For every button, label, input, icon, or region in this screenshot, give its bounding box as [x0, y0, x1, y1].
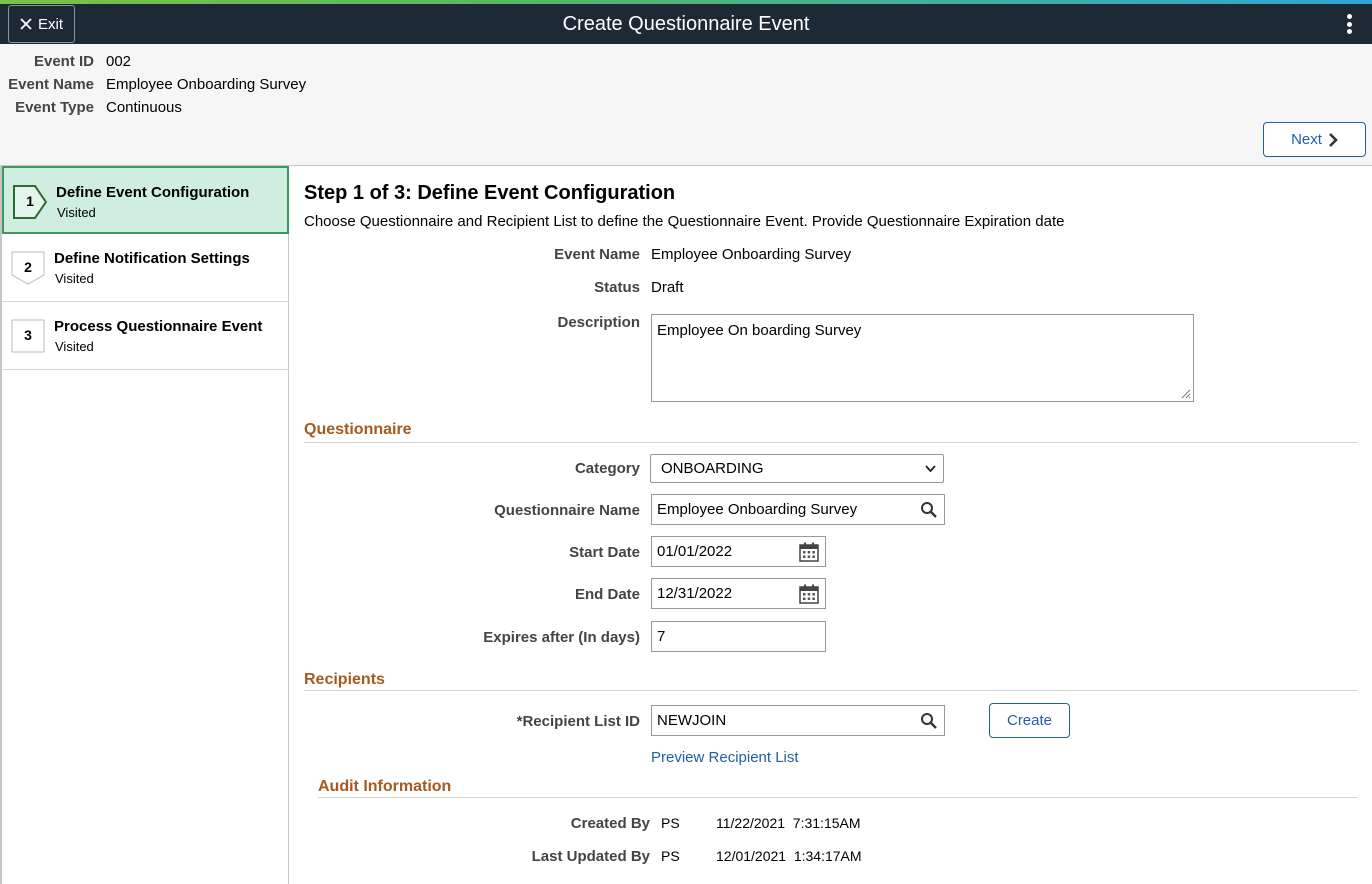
section-divider	[304, 690, 1357, 691]
recipient-list-input[interactable]: NEWJOIN	[651, 705, 945, 736]
preview-recipient-list-link[interactable]: Preview Recipient List	[651, 749, 799, 766]
end-date-input[interactable]: 12/31/2022	[651, 578, 826, 609]
last-updated-user: PS	[661, 848, 680, 864]
step-navigation: 1 Define Event Configuration Visited 2 D…	[0, 166, 289, 884]
step-number-badge: 3	[11, 319, 45, 353]
header-value: Continuous	[106, 99, 182, 116]
end-date-label: End Date	[574, 586, 640, 603]
start-date-value: 01/01/2022	[657, 543, 733, 560]
header-label: Event Type	[15, 99, 94, 116]
section-divider	[304, 442, 1357, 443]
category-selected-value: ONBOARDING	[661, 460, 764, 477]
resize-grip-icon[interactable]	[1179, 387, 1191, 399]
calendar-icon[interactable]	[799, 542, 819, 562]
header-row-event-id: Event ID 002	[0, 53, 131, 73]
category-select[interactable]: ONBOARDING	[650, 454, 944, 483]
step-title: Define Notification Settings	[54, 250, 250, 267]
next-label: Next	[1291, 131, 1322, 148]
expires-label: Expires after (In days)	[483, 629, 640, 646]
step-title: Define Event Configuration	[56, 184, 250, 201]
created-time: 11/22/2021 7:31:15AM	[716, 815, 861, 831]
event-name-label: Event Name	[554, 246, 640, 263]
search-icon[interactable]	[920, 712, 938, 730]
questionnaire-name-label: Questionnaire Name	[494, 502, 640, 519]
step-title: Process Questionnaire Event	[54, 318, 263, 335]
recipients-section-heading: Recipients	[304, 671, 385, 688]
event-name-value: Employee Onboarding Survey	[651, 246, 852, 263]
start-date-input[interactable]: 01/01/2022	[651, 536, 826, 567]
start-date-label: Start Date	[569, 544, 640, 561]
header-label: Event Name	[8, 76, 94, 93]
next-button[interactable]: Next	[1263, 122, 1366, 157]
section-divider	[318, 797, 1357, 798]
last-updated-time: 12/01/2021 1:34:17AM	[716, 848, 862, 864]
step-status: Visited	[55, 271, 94, 286]
step-item-define-event-configuration[interactable]: 1 Define Event Configuration Visited	[2, 166, 289, 234]
questionnaire-name-input[interactable]: Employee Onboarding Survey	[651, 494, 945, 525]
page-title: Create Questionnaire Event	[562, 13, 810, 35]
status-value: Draft	[651, 279, 684, 296]
recipient-list-label: *Recipient List ID	[516, 713, 640, 730]
search-icon[interactable]	[920, 501, 938, 519]
create-recipient-list-button[interactable]: Create	[989, 703, 1070, 738]
questionnaire-section-heading: Questionnaire	[304, 421, 412, 438]
header-value: 002	[106, 53, 132, 70]
step-status: Visited	[57, 205, 96, 220]
header-value: Employee Onboarding Survey	[106, 76, 307, 93]
expires-input[interactable]: 7	[651, 621, 826, 652]
step-heading: Step 1 of 3: Define Event Configuration	[304, 182, 676, 204]
description-label: Description	[557, 314, 640, 331]
description-text: Employee On boarding Survey	[657, 322, 862, 339]
created-by-label: Created By	[570, 815, 650, 832]
end-date-value: 12/31/2022	[657, 585, 733, 602]
status-label: Status	[594, 279, 640, 296]
expires-value: 7	[657, 628, 666, 645]
step-status: Visited	[55, 339, 94, 354]
step-number-badge: 1	[13, 185, 48, 219]
step-number-badge: 2	[11, 251, 45, 285]
questionnaire-name-value: Employee Onboarding Survey	[657, 501, 858, 518]
recipient-list-value: NEWJOIN	[657, 712, 727, 729]
step-instructions: Choose Questionnaire and Recipient List …	[304, 213, 1065, 230]
last-updated-by-label: Last Updated By	[531, 848, 650, 865]
banner: Exit Create Questionnaire Event	[0, 4, 1372, 44]
step-item-process-questionnaire-event[interactable]: 3 Process Questionnaire Event Visited	[2, 302, 289, 370]
main-content: Step 1 of 3: Define Event Configuration …	[289, 166, 1372, 884]
header-row-event-type: Event Type Continuous	[0, 99, 182, 119]
header-label: Event ID	[33, 53, 94, 70]
calendar-icon[interactable]	[799, 584, 819, 604]
header-row-event-name: Event Name Employee Onboarding Survey	[0, 76, 306, 96]
description-field[interactable]: Employee On boarding Survey	[651, 314, 1194, 402]
chevron-down-icon	[925, 465, 936, 473]
actions-menu-icon[interactable]	[1340, 12, 1358, 36]
category-label: Category	[574, 460, 640, 477]
step-item-define-notification-settings[interactable]: 2 Define Notification Settings Visited	[2, 234, 289, 302]
created-by-user: PS	[661, 815, 680, 831]
event-header: Event ID 002 Event Name Employee Onboard…	[0, 44, 1372, 166]
chevron-right-icon	[1329, 132, 1338, 147]
audit-section-heading: Audit Information	[318, 778, 452, 795]
